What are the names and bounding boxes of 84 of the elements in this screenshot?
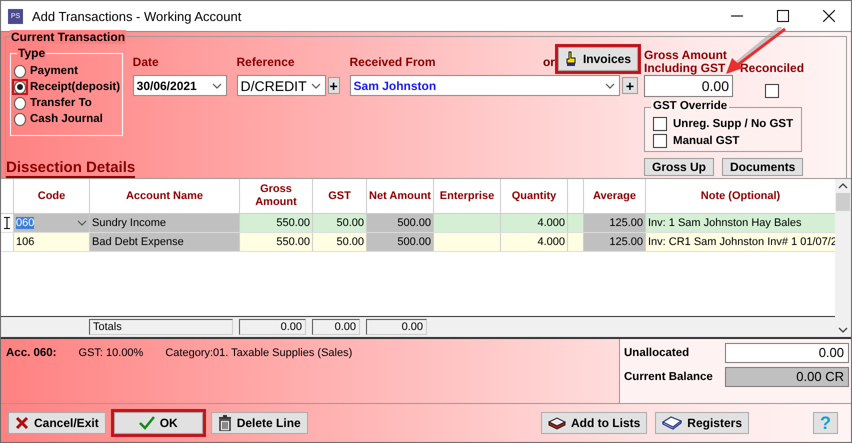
book-icon bbox=[662, 416, 682, 430]
table-cell: 550.00 bbox=[239, 233, 312, 251]
field-label: Reference bbox=[236, 55, 296, 69]
window-title: Add Transactions - Working Account bbox=[32, 8, 242, 24]
total-value: 0.00 bbox=[239, 319, 306, 335]
delete-button[interactable]: Delete Line bbox=[210, 412, 308, 434]
column-header: GST bbox=[312, 179, 366, 213]
scrollbar[interactable] bbox=[835, 179, 851, 337]
unallocated-field[interactable]: 0.00 bbox=[725, 343, 849, 363]
checkbox[interactable] bbox=[653, 117, 667, 131]
radio-option[interactable]: Cash Journal bbox=[12, 111, 103, 127]
table-cell: 500.00 bbox=[366, 214, 433, 232]
field-label: Date bbox=[132, 55, 160, 69]
action-button[interactable]: Documents bbox=[722, 158, 804, 176]
checkmark-icon bbox=[138, 416, 155, 430]
field-label: Current Balance bbox=[624, 371, 713, 383]
field-label: Received From bbox=[350, 55, 436, 69]
table-cell: 4.000 bbox=[500, 233, 567, 251]
pointing-hand-icon bbox=[564, 51, 577, 67]
radio-option[interactable]: Transfer To bbox=[12, 95, 92, 111]
checkbox-label: Unreg. Supp / No GST bbox=[673, 118, 794, 130]
stack-icon bbox=[548, 416, 566, 430]
add-button[interactable]: Add to Lists bbox=[540, 412, 648, 434]
column-header: Quantity bbox=[500, 179, 567, 213]
table-cell: 125.00 bbox=[583, 233, 645, 251]
totals-label: Totals bbox=[89, 319, 233, 335]
scroll-down-icon[interactable] bbox=[838, 327, 848, 333]
received-from-dropdown[interactable]: Sam Johnston bbox=[350, 75, 620, 96]
table-cell: 4.000 bbox=[500, 214, 567, 232]
checkbox[interactable] bbox=[653, 134, 667, 148]
add-button[interactable]: + bbox=[328, 77, 340, 94]
total-value: 0.00 bbox=[312, 319, 360, 335]
column-header: Account Name bbox=[89, 179, 239, 213]
column-header: Enterprise bbox=[433, 179, 500, 213]
checkbox[interactable] bbox=[765, 84, 780, 98]
radio-button[interactable] bbox=[12, 111, 28, 127]
group-title: Current Transaction bbox=[10, 30, 126, 44]
group-title: GST Override bbox=[651, 100, 730, 112]
table-cell: 125.00 bbox=[583, 214, 645, 232]
table-cell: Inv: 1 Sam Johnston Hay Bales bbox=[645, 214, 835, 232]
table-cell: 50.00 bbox=[312, 214, 366, 232]
scrollbar-thumb[interactable] bbox=[836, 193, 850, 211]
column-header: Average bbox=[583, 179, 645, 213]
invoices-button[interactable]: Invoices bbox=[558, 47, 638, 71]
radio-option[interactable]: Receipt(deposit) bbox=[12, 79, 120, 95]
category-text: Category:01. Taxable Supplies (Sales) bbox=[165, 347, 352, 359]
column-header: Gross Amount bbox=[239, 179, 312, 213]
close-icon[interactable] bbox=[823, 10, 835, 22]
cancel-button[interactable]: Cancel/Exit bbox=[8, 412, 106, 434]
group-title: Type bbox=[17, 46, 46, 60]
ok-button[interactable]: OK bbox=[114, 412, 203, 434]
table-cell bbox=[567, 233, 583, 251]
table-cell: Sundry Income bbox=[89, 214, 239, 232]
radio-button[interactable] bbox=[12, 79, 28, 95]
or-label: or bbox=[542, 55, 555, 69]
add-button[interactable]: + bbox=[622, 77, 638, 94]
checkbox-label: Manual GST bbox=[673, 135, 740, 147]
radio-option[interactable]: Payment bbox=[12, 63, 78, 79]
cross-icon bbox=[15, 416, 29, 430]
reference-dropdown[interactable]: D/CREDIT bbox=[236, 75, 326, 96]
checkbox-label: Reconciled bbox=[740, 61, 804, 75]
gross-amount-field[interactable]: 0.00 bbox=[644, 75, 733, 97]
table-cell: 50.00 bbox=[312, 233, 366, 251]
registers-button[interactable]: Registers bbox=[655, 412, 749, 434]
table-cell: 500.00 bbox=[366, 233, 433, 251]
field-label: Unallocated bbox=[624, 347, 690, 359]
total-value: 0.00 bbox=[366, 319, 427, 335]
gst-rate: GST: 10.00% bbox=[78, 347, 144, 359]
table-cell: 060 bbox=[13, 214, 89, 232]
column-header: Code bbox=[13, 179, 89, 213]
table-cell: Bad Debt Expense bbox=[89, 233, 239, 251]
field-label: Gross Amount Including GST bbox=[644, 49, 728, 75]
account-label: Acc. 060: bbox=[6, 347, 57, 359]
current-balance-field: 0.00 CR bbox=[725, 367, 849, 387]
column-header: Net Amount bbox=[366, 179, 433, 213]
table-cell: 550.00 bbox=[239, 214, 312, 232]
date-field[interactable]: 30/06/2021 bbox=[132, 75, 227, 96]
table-cell: 106 bbox=[13, 233, 89, 251]
radio-button[interactable] bbox=[12, 63, 28, 79]
action-button[interactable]: Gross Up bbox=[644, 158, 714, 176]
trash-icon bbox=[218, 415, 232, 431]
radio-button[interactable] bbox=[12, 95, 28, 111]
scroll-up-icon[interactable] bbox=[838, 183, 848, 189]
maximize-icon[interactable] bbox=[777, 10, 789, 22]
